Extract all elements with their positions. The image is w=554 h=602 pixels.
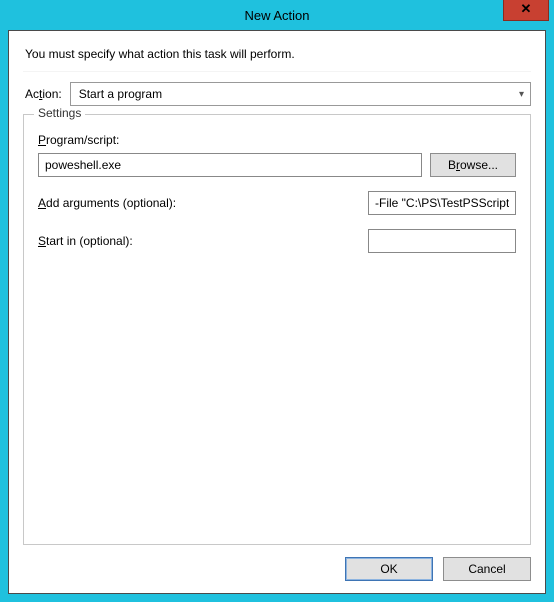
window-title: New Action xyxy=(244,8,309,23)
startin-row: Start in (optional): xyxy=(38,229,516,253)
browse-button[interactable]: Browse... xyxy=(430,153,516,177)
arguments-label: Add arguments (optional): xyxy=(38,196,176,210)
divider xyxy=(23,71,531,72)
settings-legend: Settings xyxy=(34,106,85,120)
program-row: Browse... xyxy=(38,153,516,177)
instruction-text: You must specify what action this task w… xyxy=(25,47,531,61)
action-select-value: Start a program xyxy=(79,87,162,101)
ok-button[interactable]: OK xyxy=(345,557,433,581)
arguments-row: Add arguments (optional): xyxy=(38,191,516,215)
action-row: Action: Start a program ▾ xyxy=(23,82,531,106)
arguments-input[interactable] xyxy=(368,191,516,215)
startin-label: Start in (optional): xyxy=(38,234,133,248)
dialog-frame: New Action ✕ You must specify what actio… xyxy=(0,0,554,602)
titlebar: New Action ✕ xyxy=(8,0,546,30)
action-label: Action: xyxy=(23,87,62,101)
action-select[interactable]: Start a program ▾ xyxy=(70,82,531,106)
close-icon: ✕ xyxy=(521,1,532,17)
close-button[interactable]: ✕ xyxy=(503,0,549,21)
cancel-button[interactable]: Cancel xyxy=(443,557,531,581)
dialog-footer: OK Cancel xyxy=(23,557,531,581)
dialog-client: You must specify what action this task w… xyxy=(8,30,546,594)
program-label: Program/script: xyxy=(38,133,516,147)
program-input[interactable] xyxy=(38,153,422,177)
settings-group: Settings Program/script: Browse... Add a… xyxy=(23,114,531,545)
startin-input[interactable] xyxy=(368,229,516,253)
chevron-down-icon: ▾ xyxy=(519,89,524,100)
